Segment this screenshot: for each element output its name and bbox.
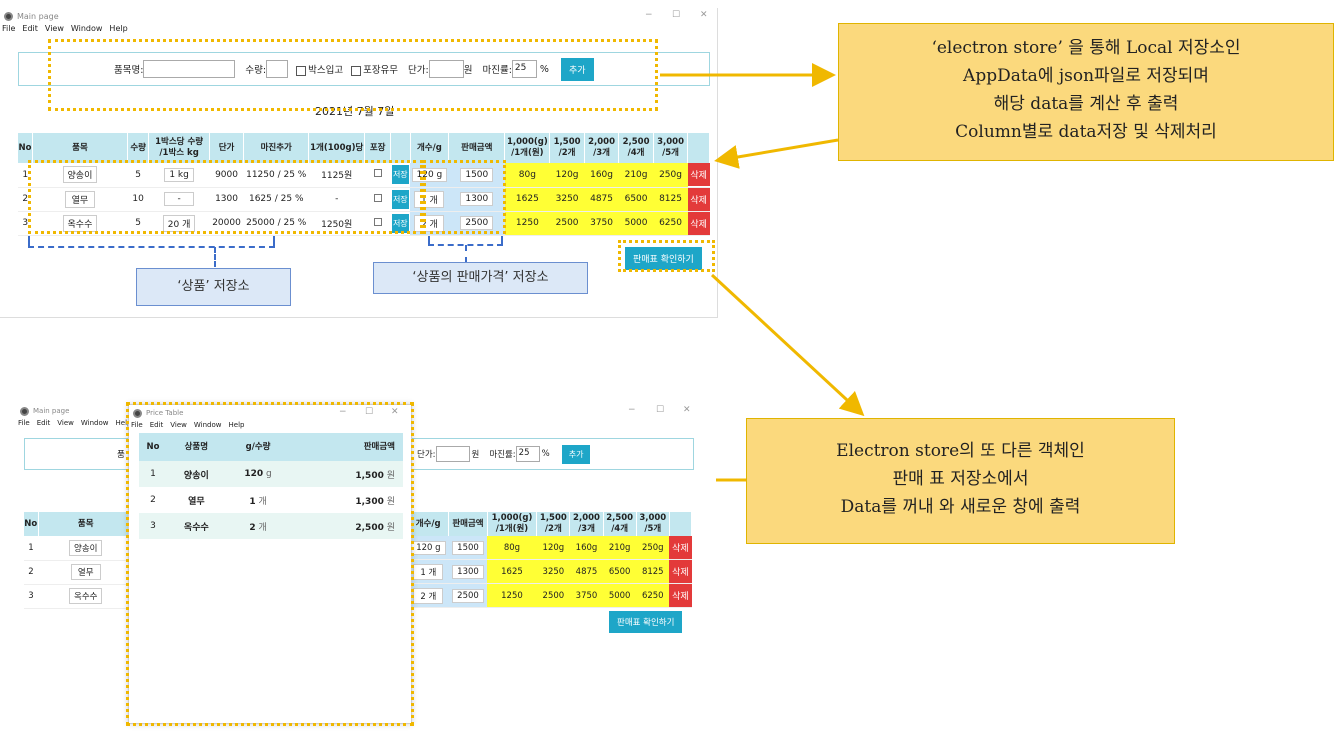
menu-window[interactable]: Window bbox=[81, 419, 109, 431]
cell-p4: 5000 bbox=[603, 583, 637, 608]
column-header-empty bbox=[669, 512, 693, 536]
table-row: 1 양송이 bbox=[24, 536, 134, 561]
cell-count[interactable]: 120 g bbox=[408, 536, 449, 560]
cell-delete[interactable]: 삭제 bbox=[669, 583, 692, 608]
cell-p2: 2500 bbox=[536, 583, 570, 608]
table-row: 2 열무 bbox=[24, 560, 134, 585]
menu-file[interactable]: File bbox=[18, 419, 30, 431]
product-table-right-2: 개수/g 판매금액 1,000(g) /1개(원) 1,500 /2개 2,000 /3… bbox=[408, 512, 693, 608]
minimize-icon[interactable]: − bbox=[628, 405, 636, 415]
cell-delete[interactable]: 삭제 bbox=[669, 559, 692, 584]
cell-delete-value[interactable]: 삭제 bbox=[669, 584, 692, 607]
name-label-fragment: 품 bbox=[117, 450, 125, 460]
price-label: 단가: bbox=[417, 450, 436, 460]
price-table-highlight bbox=[126, 402, 414, 726]
window-title-2: Main page bbox=[33, 407, 70, 415]
column-header: 3,000 /5개 bbox=[636, 512, 670, 536]
cell-sale[interactable]: 1300 bbox=[448, 559, 488, 584]
cell-p3: 4875 bbox=[569, 559, 604, 584]
cell-p2: 3250 bbox=[536, 559, 570, 584]
cell-sale-value[interactable]: 1500 bbox=[452, 540, 484, 555]
table-row: 2 개 2500 1250 2500 3750 5000 6250 삭제 bbox=[408, 583, 692, 608]
cell-delete-value[interactable]: 삭제 bbox=[669, 560, 692, 583]
col-name: 품목 bbox=[38, 512, 134, 536]
menu-edit[interactable]: Edit bbox=[37, 419, 51, 431]
cell-p2: 120g bbox=[536, 536, 570, 560]
cell-p5: 6250 bbox=[636, 583, 670, 608]
arrow-to-bottom-annotation bbox=[710, 273, 865, 417]
cell-p3: 160g bbox=[569, 536, 604, 560]
table-row: 120 g 1500 80g 120g 160g 210g 250g 삭제 bbox=[408, 536, 692, 560]
col-no: No bbox=[24, 512, 39, 536]
column-header: 판매금액 bbox=[448, 512, 488, 536]
add-button[interactable]: 추가 bbox=[561, 444, 591, 464]
cell-count[interactable]: 2 개 bbox=[408, 583, 449, 608]
arrow-to-table bbox=[714, 138, 839, 169]
cell-name-value[interactable]: 열무 bbox=[70, 564, 101, 580]
cell-no: 2 bbox=[24, 560, 38, 585]
cell-name[interactable]: 열무 bbox=[38, 560, 134, 585]
cell-count-value[interactable]: 1 개 bbox=[413, 563, 444, 580]
price-input[interactable] bbox=[435, 446, 470, 462]
percent-label: % bbox=[541, 449, 550, 459]
cell-count-value[interactable]: 2 개 bbox=[413, 587, 444, 604]
cell-p1: 1625 bbox=[487, 559, 537, 584]
cell-count-value[interactable]: 120 g bbox=[411, 540, 446, 555]
close-icon[interactable]: ✕ bbox=[683, 405, 691, 415]
column-header: 1,500 /2개 bbox=[536, 512, 571, 536]
margin-label: 마진률: bbox=[489, 450, 516, 460]
cell-delete-value[interactable]: 삭제 bbox=[669, 536, 692, 559]
table-row: 3 옥수수 bbox=[24, 584, 134, 609]
cell-no: 1 bbox=[24, 536, 38, 561]
cell-p4: 6500 bbox=[603, 559, 637, 584]
margin-input[interactable]: 25 bbox=[515, 446, 540, 462]
cell-count[interactable]: 1 개 bbox=[408, 559, 449, 584]
column-header: 2,000 /3개 bbox=[569, 512, 604, 536]
cell-p1: 80g bbox=[487, 536, 537, 560]
maximize-icon[interactable]: ☐ bbox=[656, 405, 664, 415]
cell-p3: 3750 bbox=[569, 583, 604, 608]
won-label: 원 bbox=[471, 450, 480, 460]
cell-sale-value[interactable]: 1300 bbox=[452, 564, 484, 579]
column-header: 1,000(g) /1개(원) bbox=[487, 512, 538, 536]
cell-name[interactable]: 옥수수 bbox=[38, 584, 134, 609]
menu-view[interactable]: View bbox=[57, 419, 74, 431]
cell-p1: 1250 bbox=[487, 583, 537, 608]
check-sales-table-button-2[interactable]: 판매표 확인하기 bbox=[609, 611, 683, 633]
cell-name-value[interactable]: 양송이 bbox=[69, 539, 103, 556]
column-header: 2,500 /4개 bbox=[603, 512, 637, 536]
cell-p5: 8125 bbox=[636, 559, 670, 584]
cell-sale[interactable]: 2500 bbox=[448, 583, 488, 608]
cell-p4: 210g bbox=[603, 536, 637, 560]
cell-name-value[interactable]: 옥수수 bbox=[69, 588, 103, 604]
product-table-left-2: No 품목 1 양송이 2 열무 3 옥수수 bbox=[24, 512, 134, 609]
column-header: 개수/g bbox=[408, 512, 450, 536]
cell-sale-value[interactable]: 2500 bbox=[452, 588, 484, 603]
cell-name[interactable]: 양송이 bbox=[38, 536, 134, 561]
cell-no: 3 bbox=[24, 584, 38, 609]
cell-delete[interactable]: 삭제 bbox=[669, 536, 692, 560]
table-row: 1 개 1300 1625 3250 4875 6500 8125 삭제 bbox=[408, 559, 692, 584]
cell-sale[interactable]: 1500 bbox=[448, 536, 488, 560]
cell-p5: 250g bbox=[636, 536, 670, 560]
app-icon bbox=[20, 406, 29, 416]
